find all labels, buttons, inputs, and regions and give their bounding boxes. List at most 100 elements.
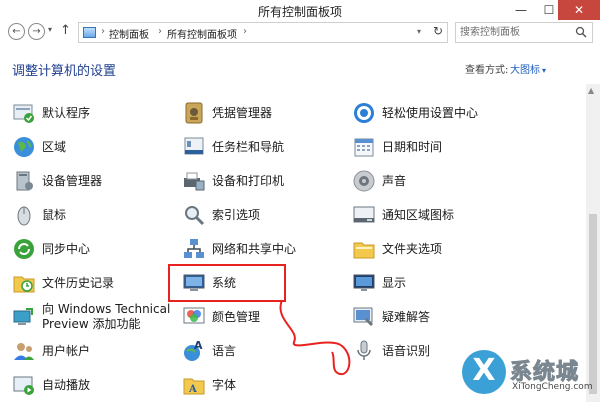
item-display[interactable]: 显示: [352, 268, 406, 298]
indexing-icon: [185, 206, 205, 226]
item-date-time[interactable]: 日期和时间: [352, 132, 442, 162]
navigation-bar: ← → ▾ ↑ › 控制面板 › 所有控制面板项 › ▾ ↻: [0, 20, 600, 46]
item-label: 语音识别: [382, 344, 431, 358]
device-manager-icon: [16, 171, 33, 191]
color-management-icon: [183, 307, 205, 324]
sync-icon: [14, 239, 34, 259]
item-label-line1: 向 Windows Technical: [42, 302, 171, 316]
item-label: 任务栏和导航: [212, 140, 285, 154]
item-speech-recognition[interactable]: 语音识别: [352, 336, 430, 366]
item-autoplay[interactable]: 自动播放: [12, 370, 90, 400]
speaker-icon: [353, 170, 375, 192]
page-title: 调整计算机的设置: [12, 64, 117, 79]
item-color-management[interactable]: 颜色管理: [182, 302, 260, 332]
minimize-button[interactable]: —: [506, 0, 536, 20]
item-region[interactable]: 区域: [12, 132, 66, 162]
recent-locations-dropdown[interactable]: ▾: [48, 25, 52, 34]
item-device-manager[interactable]: 设备管理器: [12, 166, 102, 196]
region-icon: [14, 137, 34, 157]
user-accounts-icon: [14, 343, 34, 360]
folder-options-icon: [353, 242, 375, 259]
item-label: 文件夹选项: [382, 242, 443, 256]
view-by-label: 查看方式:: [465, 65, 509, 76]
item-label: 文件历史记录: [42, 276, 115, 290]
item-file-history[interactable]: 文件历史记录: [12, 268, 114, 298]
item-label: 用户帐户: [42, 344, 91, 358]
calendar-icon: [354, 138, 374, 157]
item-network-sharing[interactable]: 网络和共享中心: [182, 234, 296, 264]
close-button[interactable]: ✕: [558, 0, 600, 20]
mouse-icon: [17, 206, 31, 226]
annotation-highlight-box: [168, 264, 286, 302]
title-bar: 所有控制面板项 — ☐ ✕: [0, 0, 600, 20]
item-label: 默认程序: [42, 106, 91, 120]
item-label: 声音: [382, 174, 407, 188]
autoplay-icon: [13, 376, 34, 395]
chevron-down-icon: ▾: [542, 66, 547, 75]
breadcrumb-separator[interactable]: ›: [243, 26, 247, 37]
up-button[interactable]: ↑: [60, 23, 71, 38]
item-label: 索引选项: [212, 208, 261, 222]
item-taskbar-navigation[interactable]: 任务栏和导航: [182, 132, 284, 162]
view-by-dropdown[interactable]: 大图标 ▾: [510, 61, 546, 76]
watermark-url: XiTongCheng.com: [512, 382, 593, 392]
item-ease-of-access[interactable]: 轻松使用设置中心: [352, 98, 478, 128]
taskbar-icon: [184, 137, 204, 155]
item-label: 疑难解答: [382, 310, 431, 324]
item-user-accounts[interactable]: 用户帐户: [12, 336, 90, 366]
item-credential-manager[interactable]: 凭据管理器: [182, 98, 272, 128]
breadcrumb-separator[interactable]: ›: [158, 26, 162, 37]
item-label: 颜色管理: [212, 310, 261, 324]
address-dropdown[interactable]: ▾: [417, 27, 421, 36]
search-input[interactable]: [460, 25, 570, 40]
search-box[interactable]: [455, 22, 593, 43]
item-label: 通知区域图标: [382, 208, 455, 222]
notification-area-icon: [353, 206, 375, 223]
forward-button[interactable]: →: [28, 23, 45, 40]
item-language[interactable]: A 语言: [182, 336, 236, 366]
credential-manager-icon: [185, 102, 203, 124]
item-mouse[interactable]: 鼠标: [12, 200, 66, 230]
breadcrumb-all-items[interactable]: 所有控制面板项: [167, 26, 237, 41]
item-label: 鼠标: [42, 208, 67, 222]
scroll-up-icon[interactable]: ▲: [588, 86, 594, 95]
item-label: 设备和打印机: [212, 174, 285, 188]
search-icon[interactable]: [575, 26, 587, 38]
ease-of-access-icon: [354, 103, 374, 123]
item-label: 凭据管理器: [212, 106, 273, 120]
file-history-icon: [13, 276, 35, 293]
breadcrumb-control-panel[interactable]: 控制面板: [109, 26, 149, 41]
item-folder-options[interactable]: 文件夹选项: [352, 234, 442, 264]
item-label-line2: Preview 添加功能: [42, 317, 141, 331]
address-bar[interactable]: › 控制面板 › 所有控制面板项 › ▾ ↻: [78, 22, 448, 43]
breadcrumb-separator[interactable]: ›: [101, 26, 105, 37]
item-label: 语言: [212, 344, 237, 358]
add-features-icon: [13, 308, 33, 325]
item-default-programs[interactable]: 默认程序: [12, 98, 90, 128]
item-devices-printers[interactable]: 设备和打印机: [182, 166, 284, 196]
printer-icon: [184, 172, 205, 191]
item-troubleshooting[interactable]: 疑难解答: [352, 302, 430, 332]
item-label: 网络和共享中心: [212, 242, 297, 256]
fonts-icon: A: [183, 378, 205, 395]
network-icon: [184, 239, 204, 258]
svg-text:A: A: [188, 384, 197, 395]
item-notification-area-icons[interactable]: 通知区域图标: [352, 200, 454, 230]
back-button[interactable]: ←: [8, 23, 25, 40]
item-sound[interactable]: 声音: [352, 166, 406, 196]
item-label: 自动播放: [42, 378, 91, 392]
item-indexing-options[interactable]: 索引选项: [182, 200, 260, 230]
item-label: 向 Windows Technical Preview 添加功能: [42, 302, 170, 332]
item-fonts[interactable]: A 字体: [182, 370, 236, 400]
svg-text:A: A: [194, 339, 203, 352]
item-sync-center[interactable]: 同步中心: [12, 234, 90, 264]
item-label: 区域: [42, 140, 67, 154]
default-programs-icon: [13, 104, 34, 123]
item-add-features[interactable]: 向 Windows Technical Preview 添加功能: [12, 302, 170, 332]
refresh-button[interactable]: ↻: [433, 24, 443, 38]
annotation-curve: [279, 299, 351, 376]
item-label: 字体: [212, 378, 237, 392]
item-label: 日期和时间: [382, 140, 443, 154]
item-label: 设备管理器: [42, 174, 103, 188]
display-icon: [353, 274, 375, 291]
